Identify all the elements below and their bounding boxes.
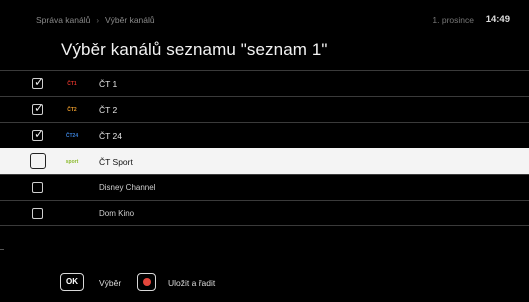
checkbox[interactable] <box>32 182 43 193</box>
channel-name: ČT 24 <box>99 131 122 141</box>
channel-name: Disney Channel <box>99 183 156 192</box>
checkbox[interactable] <box>30 153 46 169</box>
channel-row-ct1[interactable]: ✓ ČT1 ČT 1 <box>0 70 529 96</box>
channel-list: ✓ ČT1 ČT 1 ✓ ČT2 ČT 2 ✓ ČT24 ČT 24 sport… <box>0 70 529 226</box>
checkbox[interactable]: ✓ <box>32 101 45 115</box>
ok-key-button[interactable]: OK <box>60 273 84 291</box>
top-bar: Správa kanálů › Výběr kanálů 1. prosince… <box>0 0 529 38</box>
channel-row-disney-channel[interactable]: Disney Channel <box>0 174 529 200</box>
record-key-label: Uložit a řadit <box>168 278 216 288</box>
channel-name: Dom Kino <box>99 209 135 218</box>
channel-row-ct-sport[interactable]: sport ČT Sport <box>0 148 529 174</box>
channel-logo-icon: ČT2 <box>67 107 77 113</box>
breadcrumb-item-channel-management[interactable]: Správa kanálů <box>36 15 90 25</box>
ok-key-label: Výběr <box>99 278 122 288</box>
channel-logo-icon: ČT1 <box>67 81 77 87</box>
checkbox[interactable]: ✓ <box>32 75 45 89</box>
channel-logo-icon: sport <box>65 159 79 165</box>
channel-logo-icon: ČT24 <box>65 133 79 139</box>
breadcrumb-separator-icon: › <box>96 15 100 25</box>
channel-row-dom-kino[interactable]: Dom Kino <box>0 200 529 226</box>
date-label: 1. prosince <box>432 15 474 25</box>
channel-row-ct2[interactable]: ✓ ČT2 ČT 2 <box>0 96 529 122</box>
channel-name: ČT 2 <box>99 105 118 115</box>
check-icon: ✓ <box>34 75 45 89</box>
page-title: Výběr kanálů seznamu "seznam 1" <box>61 40 328 59</box>
channel-name: ČT 1 <box>99 79 118 89</box>
breadcrumb: Správa kanálů › Výběr kanálů <box>36 15 155 25</box>
channel-name: ČT Sport <box>99 157 133 167</box>
footer-key-hints: OK Výběr Uložit a řadit <box>0 270 529 300</box>
clock: 14:49 <box>485 14 510 25</box>
record-key-button[interactable] <box>137 273 156 291</box>
breadcrumb-item-channel-selection: Výběr kanálů <box>105 15 155 25</box>
checkbox[interactable] <box>32 208 43 219</box>
scroll-edge-marker <box>0 249 4 250</box>
channel-row-ct24[interactable]: ✓ ČT24 ČT 24 <box>0 122 529 148</box>
check-icon: ✓ <box>34 101 45 115</box>
checkbox[interactable]: ✓ <box>32 127 45 141</box>
check-icon: ✓ <box>34 127 45 141</box>
record-dot-icon <box>143 278 151 286</box>
